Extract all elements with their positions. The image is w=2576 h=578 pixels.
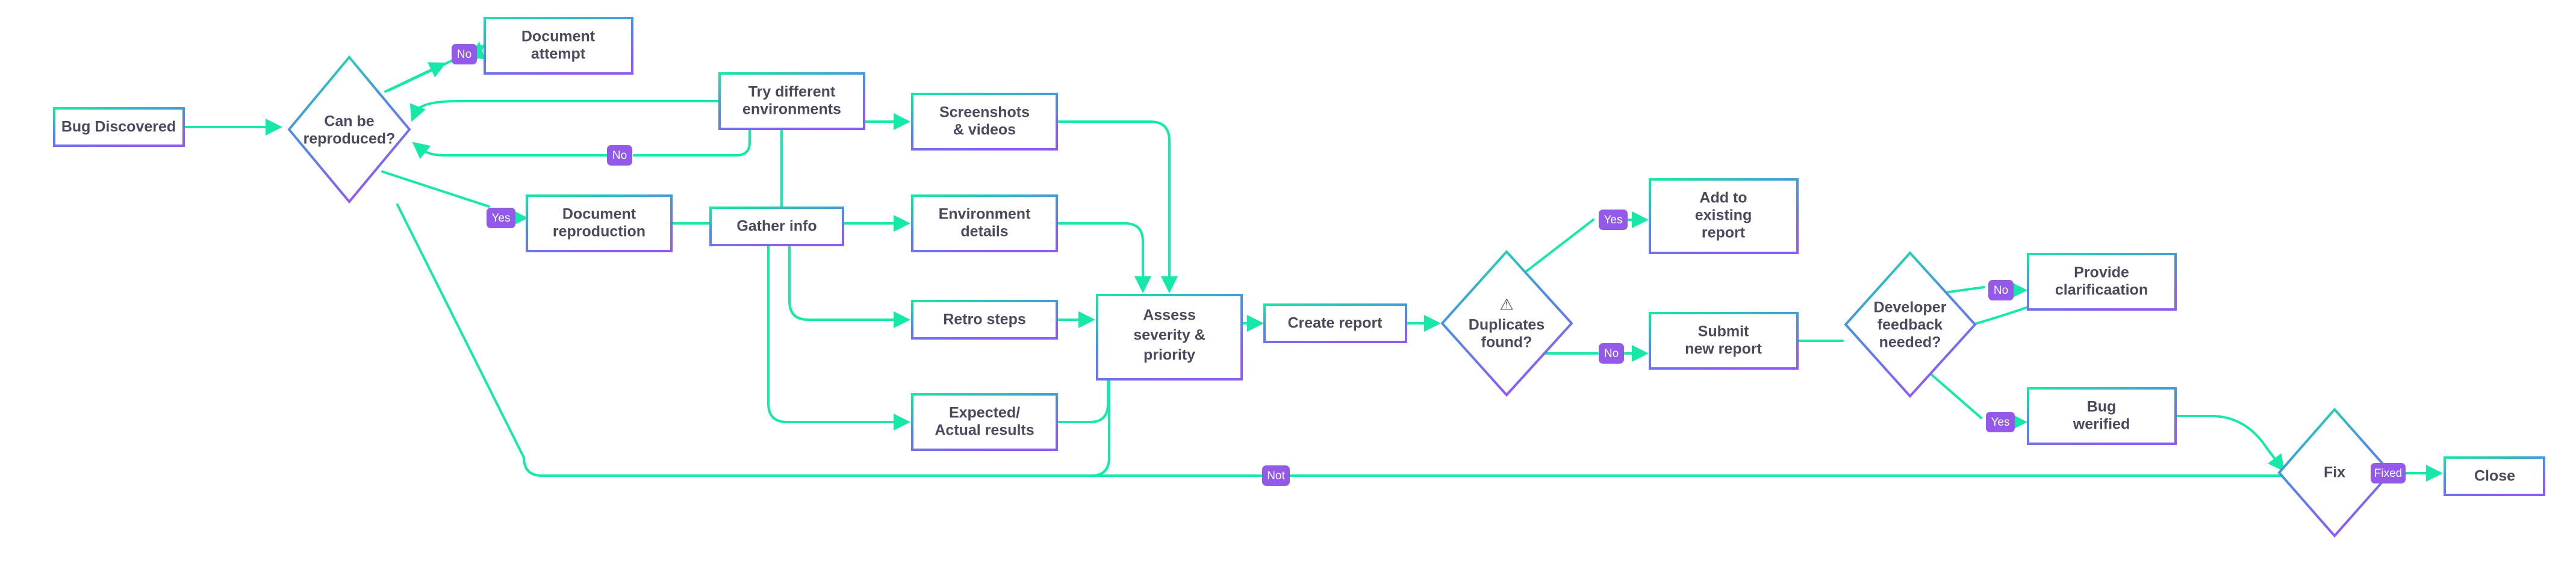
node-label-document-attempt-line2: attempt [531,46,586,63]
node-label-environment-line2: details [960,223,1008,240]
node-label-submit-new-line1: Submit [1698,323,1749,340]
edge-screenshots-to-assess [1056,120,1178,293]
edge-label-fixed[interactable]: Fixed [2371,463,2406,483]
node-label-doc-repro-line2: reproduction [553,223,646,240]
node-close[interactable]: Close [2444,456,2545,496]
node-bug-verified[interactable]: Bug werified [2027,387,2177,445]
node-label-can-reproduce-line2: reproduced? [303,131,396,148]
flowchart-canvas: Bug Discovered Can be reproduced? Docume… [0,0,2576,578]
edge-label-no-3-text: No [1604,347,1619,360]
node-environment-details[interactable]: Environment details [911,194,1058,252]
nodes-layer: Bug Discovered Can be reproduced? Docume… [53,17,2545,538]
node-label-provide-clarif-line1: Provide [2074,264,2129,281]
node-developer-feedback-needed[interactable]: Developer feedback needed? [1844,251,1977,398]
node-expected-actual-results[interactable]: Expected/ Actual results [911,393,1058,451]
node-label-close: Close [2474,468,2515,485]
node-label-create-report: Create report [1288,315,1383,332]
node-label-provide-clarif-line2: clarificaation [2055,282,2148,299]
edge-label-no-4-text: No [1994,284,2008,297]
node-label-submit-new-line2: new report [1685,341,1762,358]
node-label-retro-steps: Retro steps [943,311,1026,328]
node-label-doc-repro-line1: Document [562,206,636,223]
node-label-dev-feedback-line2: feedback [1878,317,1943,334]
edge-reproduce-yes [381,170,490,208]
edge-expected-to-assess [1056,379,1109,423]
node-label-screenshots-line1: Screenshots [939,104,1030,121]
edge-label-yes-3[interactable]: Yes [1986,412,2015,432]
node-label-bug-discovered: Bug Discovered [61,119,176,135]
edge-no2-to-reproduce [412,141,608,160]
node-create-report[interactable]: Create report [1263,303,1407,343]
edge-try-env-no-loop [633,128,751,157]
edge-label-yes-3-text: Yes [1991,416,2010,429]
node-label-assess-line2: severity & [1133,327,1206,344]
node-label-assess-line3: priority [1143,347,1195,364]
flowchart-svg: Bug Discovered Can be reproduced? Docume… [53,17,2545,538]
edge-label-yes-1[interactable]: Yes [487,208,515,228]
node-label-try-env-line1: Try different [748,84,836,101]
edge-label-no-2[interactable]: No [607,145,632,166]
node-try-different-environments[interactable]: Try different environments [718,72,865,130]
node-label-gather-info: Gather info [736,218,817,235]
node-label-screenshots-line2: & videos [953,122,1016,138]
edge-label-yes-2-text: Yes [1604,214,1623,226]
node-label-try-env-line2: environments [742,101,841,118]
warning-icon: ⚠ [1499,296,1513,314]
edge-gather-to-retro [788,244,910,328]
edge-label-no-3[interactable]: No [1599,343,1624,364]
edge-label-no-4[interactable]: No [1988,280,2014,300]
node-label-environment-line1: Environment [939,206,1031,223]
node-can-be-reproduced[interactable]: Can be reproduced? [287,55,411,204]
edge-label-not[interactable]: Not [1262,465,1290,486]
edge-environment-to-assess [1056,222,1151,293]
edge-label-yes-2[interactable]: Yes [1599,210,1628,230]
edge-assess-to-reproduce-longloop [1090,378,1277,477]
node-duplicates-found[interactable]: ⚠ Duplicates found? [1440,250,1573,397]
node-label-dev-feedback-line1: Developer [1874,299,1947,316]
edge-label-no-2-text: No [612,149,627,162]
node-label-expected-line1: Expected/ [949,405,1020,421]
edge-bug-verified-to-fix [2174,415,2285,472]
node-add-to-existing-report[interactable]: Add to existing report [1649,178,1799,254]
node-gather-info[interactable]: Gather info [709,207,844,246]
edge-try-env-to-reproduce [409,100,721,122]
node-document-reproduction[interactable]: Document reproduction [526,194,673,252]
node-retro-steps[interactable]: Retro steps [911,300,1058,340]
edge-label-no-1[interactable]: No [452,44,477,64]
edge-label-yes-1-text: Yes [492,212,511,225]
edge-duplicates-yes [1516,219,1594,279]
node-label-duplicates-line1: Duplicates [1469,317,1545,334]
node-label-assess-line1: Assess [1143,307,1196,324]
node-label-document-attempt-line1: Document [521,28,596,45]
edge-dev-feedback-yes [1923,367,1982,419]
node-label-add-existing-line1: Add to [1699,190,1747,207]
node-provide-clarification[interactable]: Provide clarificaation [2027,253,2177,311]
node-document-attempt[interactable]: Document attempt [484,17,633,75]
node-screenshots-videos[interactable]: Screenshots & videos [911,93,1058,151]
node-label-fix: Fix [2324,464,2345,481]
node-label-duplicates-line2: found? [1481,334,1532,351]
edge-label-no-1-text: No [457,48,471,61]
edge-reproduce-no-upper [384,62,447,93]
node-submit-new-report[interactable]: Submit new report [1649,312,1799,370]
node-label-dev-feedback-line3: needed? [1879,334,1941,351]
node-label-can-reproduce-line1: Can be [324,113,374,130]
edge-label-fixed-text: Fixed [2374,467,2402,480]
node-bug-discovered[interactable]: Bug Discovered [53,107,185,147]
node-label-bug-verified-line2: werified [2073,416,2130,433]
node-label-add-existing-line3: report [1702,225,1746,241]
edge-label-not-text: Not [1267,470,1285,482]
node-label-add-existing-line2: existing [1695,207,1752,224]
node-assess-severity-priority[interactable]: Assess severity & priority [1096,294,1243,381]
node-label-expected-line2: Actual results [935,422,1034,439]
node-label-bug-verified-line1: Bug [2087,399,2117,415]
